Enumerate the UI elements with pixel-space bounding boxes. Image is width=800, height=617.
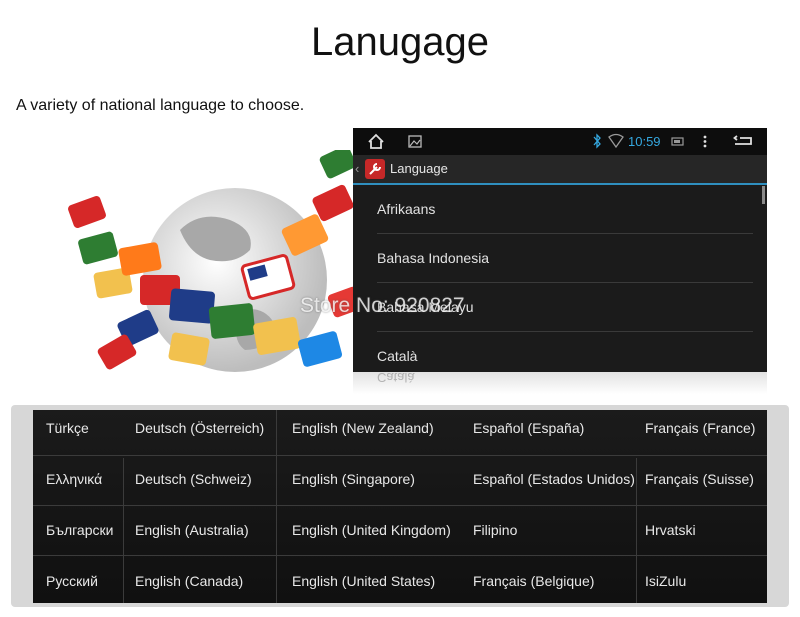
android-language-screen: 10:59 ‹ Language Afrikaans Bahasa Indone… [353, 128, 767, 372]
up-chevron-icon[interactable]: ‹ [355, 155, 359, 183]
screen-reflection: Català [353, 372, 767, 394]
list-item[interactable]: Bahasa Indonesia [377, 234, 753, 283]
status-bar: 10:59 [353, 128, 767, 155]
table-cell: English (Singapore) [292, 471, 415, 487]
table-cell: Deutsch (Schweiz) [135, 471, 252, 487]
overflow-menu-icon[interactable] [702, 128, 708, 155]
table-cell: Türkçe [46, 420, 89, 436]
home-icon[interactable] [367, 128, 385, 155]
watermark: Store No: 920827 [300, 294, 465, 317]
clock-time: 10:59 [628, 134, 661, 149]
page-subtitle: A variety of national language to choose… [16, 97, 305, 114]
action-bar-title: Language [390, 161, 448, 176]
table-cell: Hrvatski [645, 522, 696, 538]
table-cell: Deutsch (Österreich) [135, 420, 265, 436]
table-cell: IsiZulu [645, 573, 687, 589]
list-item[interactable]: Afrikaans [377, 185, 753, 234]
table-cell: English (United States) [292, 573, 436, 589]
action-bar: ‹ Language [353, 155, 767, 185]
table-cell: Español (Estados Unidos) [473, 471, 635, 487]
globe-flags-illustration [68, 150, 360, 372]
gallery-icon[interactable] [408, 128, 422, 155]
table-cell: Български [46, 522, 114, 538]
list-item[interactable]: Català [377, 332, 753, 372]
table-cell: Ελληνικά [46, 471, 103, 487]
wifi-icon [608, 128, 624, 155]
table-cell: Español (España) [473, 420, 585, 436]
table-cell: Русский [46, 573, 98, 589]
table-cell: English (Canada) [135, 573, 244, 589]
table-cell: Français (France) [645, 420, 756, 436]
page-title: Lanugage [311, 20, 489, 64]
bluetooth-icon [592, 128, 602, 155]
table-cell: Français (Belgique) [473, 573, 595, 589]
table-cell: Français (Suisse) [645, 471, 754, 487]
reflection-text: Català [377, 372, 415, 385]
scrollbar-thumb[interactable] [762, 186, 765, 204]
table-cell: English (United Kingdom) [292, 522, 451, 538]
table-cell: English (Australia) [135, 522, 249, 538]
table-cell: English (New Zealand) [292, 420, 434, 436]
battery-icon [671, 128, 685, 155]
back-icon[interactable] [733, 128, 753, 155]
settings-wrench-icon[interactable] [365, 159, 385, 179]
language-table: Türkçe Deutsch (Österreich) English (New… [33, 410, 767, 603]
table-cell: Filipino [473, 522, 518, 538]
